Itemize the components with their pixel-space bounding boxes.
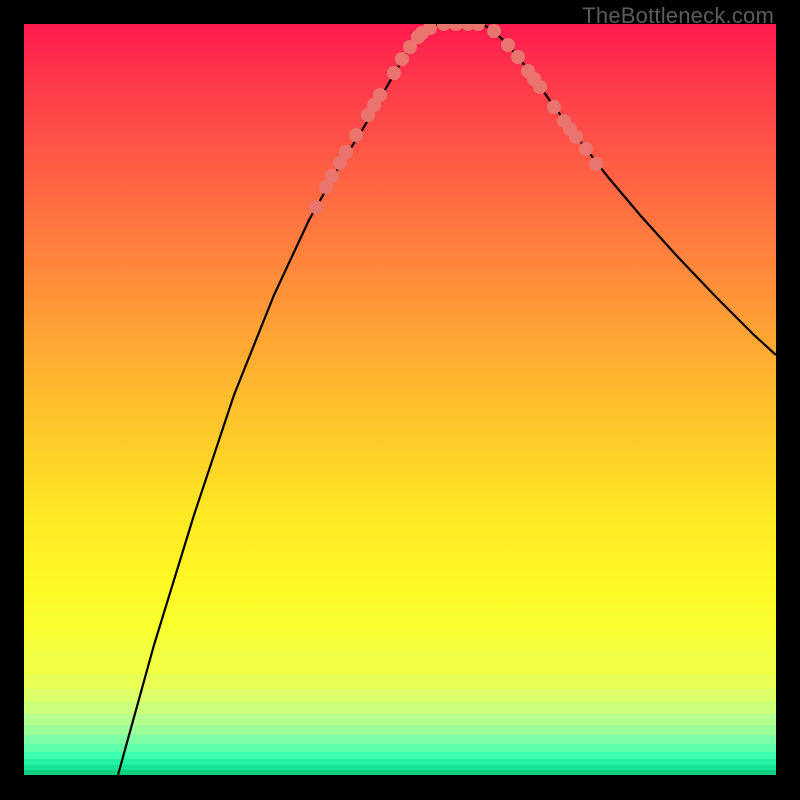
marker-dot (557, 114, 571, 128)
marker-dot (367, 98, 381, 112)
stratum-band (24, 714, 776, 725)
marker-dot (403, 40, 417, 54)
bottleneck-curve (118, 24, 776, 775)
marker-dot (527, 72, 541, 86)
marker-dot (589, 157, 603, 171)
marker-dot (437, 24, 451, 31)
stratum-band (24, 759, 776, 765)
marker-dot (361, 108, 375, 122)
stratum-band (24, 752, 776, 759)
marker-dot (411, 30, 425, 44)
marker-dot (449, 24, 463, 31)
marker-dot (563, 122, 577, 136)
stratum-band (24, 689, 776, 702)
stratum-band (24, 657, 776, 674)
marker-dot (569, 130, 583, 144)
color-strata (24, 657, 776, 775)
stratum-band (24, 674, 776, 689)
stratum-band (24, 744, 776, 752)
marker-dot (461, 24, 475, 31)
plot-area (24, 24, 776, 775)
marker-dot (501, 38, 515, 52)
marker-dot (511, 50, 525, 64)
marker-dot (471, 24, 485, 31)
marker-dot (387, 66, 401, 80)
marker-dot (423, 24, 437, 35)
marker-dot (319, 180, 333, 194)
marker-dot (579, 142, 593, 156)
marker-dot (533, 80, 547, 94)
stratum-band (24, 735, 776, 744)
marker-dot (395, 52, 409, 66)
marker-dot (349, 128, 363, 142)
marker-dot (373, 88, 387, 102)
marker-dot (521, 64, 535, 78)
chart-frame (24, 24, 776, 776)
marker-dot (325, 169, 339, 183)
marker-dot (333, 156, 347, 170)
stratum-band (24, 765, 776, 770)
marker-dot (339, 145, 353, 159)
marker-group (309, 24, 603, 214)
marker-dot (487, 24, 501, 38)
marker-dot (547, 100, 561, 114)
curve-svg (24, 24, 776, 775)
stratum-band (24, 702, 776, 714)
marker-dot (415, 26, 429, 40)
stratum-band (24, 770, 776, 775)
marker-dot (309, 200, 323, 214)
stratum-band (24, 725, 776, 735)
